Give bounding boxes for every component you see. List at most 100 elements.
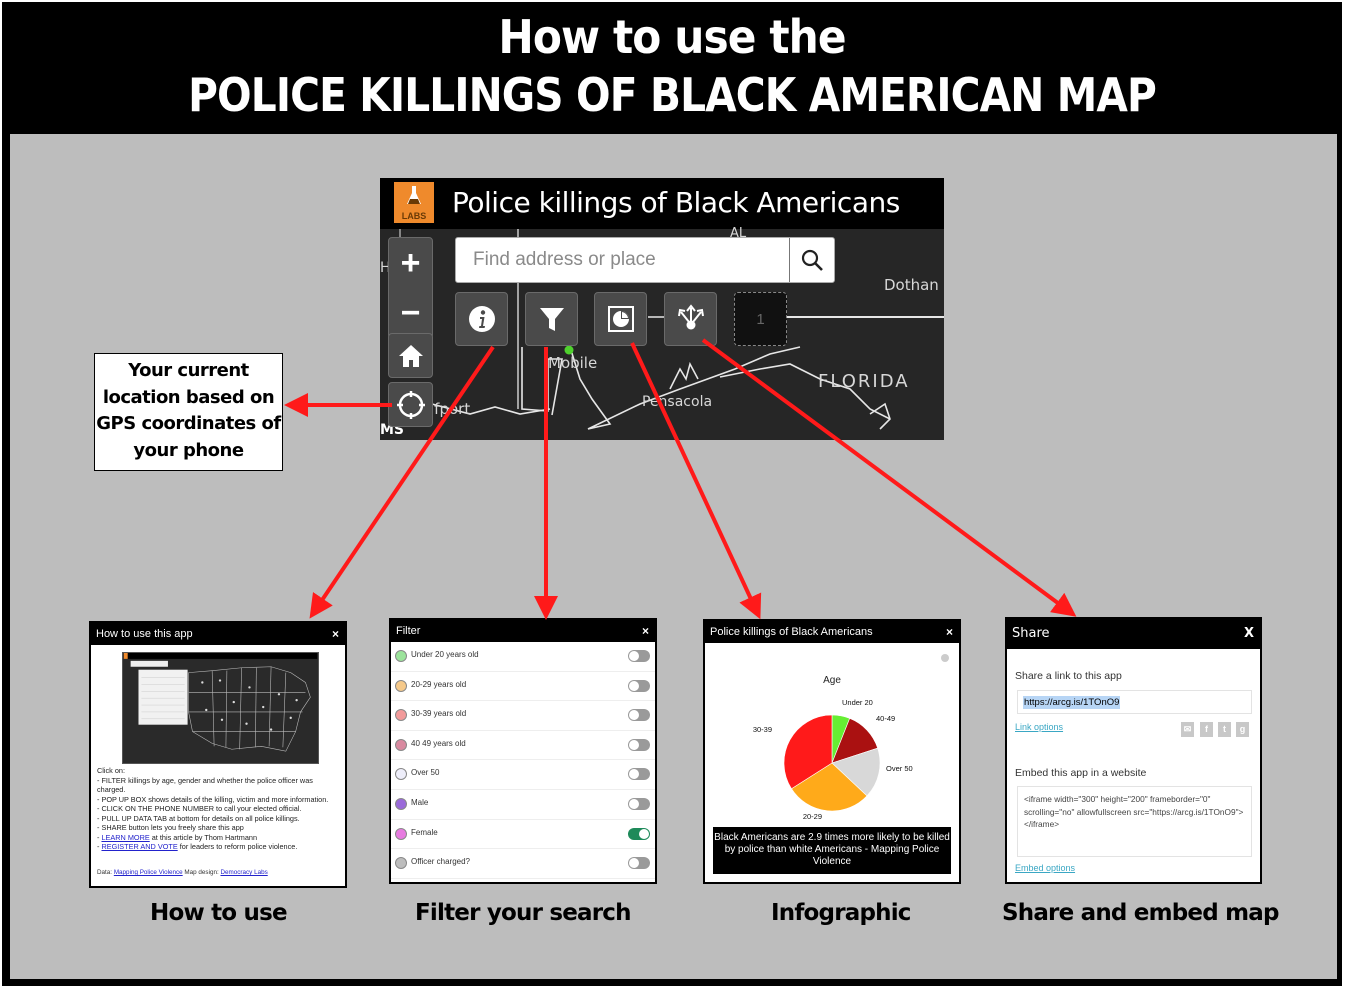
learn-more-link[interactable]: LEARN MORE <box>101 833 149 842</box>
caption-infographic: Infographic <box>771 900 911 926</box>
close-icon[interactable]: X <box>1244 619 1254 649</box>
twitter-icon[interactable]: t <box>1218 722 1231 737</box>
app-title: Police killings of Black Americans <box>452 186 900 219</box>
howto-footer: Data: Mapping Police Violence Map design… <box>97 869 268 876</box>
filter-panel: Filter × Under 20 years old 20-29 years o… <box>389 618 657 884</box>
howto-line-register: - REGISTER AND VOTE for leaders to refor… <box>97 842 298 851</box>
search-box <box>455 237 835 283</box>
filter-toggle[interactable] <box>628 857 650 870</box>
legend-swatch-icon <box>395 650 407 662</box>
map-app: LABS Police killings of Black Americans … <box>380 178 944 440</box>
filter-row: 20-29 years old <box>391 671 655 702</box>
filter-toggle[interactable] <box>628 798 650 810</box>
filter-icon <box>539 308 564 331</box>
toggle-knob <box>639 828 649 839</box>
legend-swatch-icon <box>395 738 407 751</box>
filter-row: Female <box>391 819 655 850</box>
locate-button[interactable] <box>388 382 433 427</box>
mapping-police-violence-link[interactable]: Mapping Police Violence <box>114 869 183 876</box>
register-vote-link[interactable]: REGISTER AND VOTE <box>101 842 177 851</box>
howto-intro: Click on: <box>97 766 125 775</box>
search-input[interactable] <box>456 238 789 282</box>
infographic-button[interactable] <box>594 292 647 346</box>
app-logo: LABS <box>394 182 434 223</box>
howto-panel-header: How to use this app × <box>91 623 345 645</box>
caption-share: Share and embed map <box>1002 900 1279 926</box>
filter-row: 40 49 years old <box>391 730 655 761</box>
share-link-value: https://arcg.is/1TOnO9 <box>1023 696 1121 709</box>
filter-toggle[interactable] <box>628 827 650 840</box>
share-icon <box>677 304 704 330</box>
map-label-florida: FLORIDA <box>818 371 910 392</box>
gps-location-callout: Your current location based on GPS coord… <box>94 353 283 471</box>
info-icon <box>468 306 495 332</box>
filter-row: Male <box>391 790 655 820</box>
share-panel-header: Share X <box>1007 619 1260 649</box>
toggle-knob <box>629 651 639 661</box>
embed-code-textarea[interactable]: <iframe width="300" height="200" framebo… <box>1017 786 1252 857</box>
filter-toggle[interactable] <box>628 679 650 692</box>
close-icon[interactable]: × <box>332 623 339 645</box>
howto-map-thumbnail <box>122 652 319 764</box>
toggle-knob <box>629 799 639 809</box>
caption-how-to-use: How to use <box>150 900 288 926</box>
filter-toggle[interactable] <box>628 738 650 751</box>
flask-icon <box>407 186 421 204</box>
register-vote-text: for leaders to reform police violence. <box>177 842 298 851</box>
howto-line: - FILTER killings by age, gender and whe… <box>97 775 313 795</box>
footer-data-label: Data: <box>97 869 114 876</box>
filter-label: Officer charged? <box>411 857 470 867</box>
pie-label: Under 20 <box>842 698 873 707</box>
democracy-labs-link[interactable]: Democracy Labs <box>220 869 267 876</box>
legend-swatch-icon <box>395 798 407 810</box>
facebook-icon[interactable]: f <box>1200 722 1213 737</box>
zoom-in-button[interactable]: + <box>389 238 432 288</box>
filter-label: Female <box>411 827 438 837</box>
home-button[interactable] <box>388 333 433 378</box>
embed-label: Embed this app in a website <box>1015 767 1147 779</box>
filter-toggle[interactable] <box>628 768 650 781</box>
home-icon <box>398 344 423 367</box>
about-button[interactable] <box>455 292 508 346</box>
filter-row: Over 50 <box>391 760 655 790</box>
share-button[interactable] <box>664 292 717 346</box>
filter-label: Under 20 years old <box>411 650 479 659</box>
infographic-panel-title: Police killings of Black Americans <box>710 626 873 638</box>
toggle-knob <box>629 739 639 750</box>
toggle-knob <box>629 680 639 691</box>
embed-options-link[interactable]: Embed options <box>1015 863 1075 873</box>
zoom-out-button[interactable]: − <box>389 288 432 338</box>
howto-line: - SHARE button lets you freely share thi… <box>97 823 244 832</box>
toggle-knob <box>629 858 639 869</box>
app-logo-text: LABS <box>401 211 427 221</box>
filter-label: 40 49 years old <box>411 738 466 748</box>
footer-design-label: Map design: <box>182 869 221 876</box>
close-icon[interactable]: × <box>946 621 953 643</box>
poster-title-line1: How to use the <box>498 10 846 64</box>
filter-label: Over 50 <box>411 768 440 778</box>
toolbar-placeholder-slot[interactable]: 1 <box>734 292 787 346</box>
close-icon[interactable]: × <box>642 620 649 642</box>
map-label-pensacola: Pensacola <box>642 394 713 410</box>
legend-swatch-icon <box>395 768 407 781</box>
infographic-panel-header: Police killings of Black Americans × <box>705 621 959 643</box>
filter-row: 30-39 years old <box>391 701 655 731</box>
filter-row: Officer charged? <box>391 849 655 879</box>
email-icon[interactable]: ✉ <box>1181 722 1194 737</box>
caption-filter: Filter your search <box>415 900 632 926</box>
toggle-knob <box>629 710 639 721</box>
google-plus-icon[interactable]: g <box>1236 722 1249 737</box>
map-label-mobile: Mobile <box>548 354 598 372</box>
link-options-link[interactable]: Link options <box>1015 722 1063 732</box>
howto-line: - POP UP BOX shows details of the killin… <box>97 794 329 804</box>
filter-label: 30-39 years old <box>411 709 467 719</box>
filter-button[interactable] <box>525 292 578 346</box>
infographic-banner: Black Americans are 2.9 times more likel… <box>713 827 951 874</box>
filter-toggle[interactable] <box>628 650 650 662</box>
howto-line: - PULL UP DATA TAB at bottom for details… <box>97 813 300 823</box>
filter-toggle[interactable] <box>628 709 650 722</box>
search-button[interactable] <box>789 238 834 282</box>
poster-title-band: How to use the POLICE KILLINGS OF BLACK … <box>2 2 1342 132</box>
map-label-dothan: Dothan <box>884 276 939 294</box>
share-link-input[interactable]: https://arcg.is/1TOnO9 <box>1017 690 1252 714</box>
